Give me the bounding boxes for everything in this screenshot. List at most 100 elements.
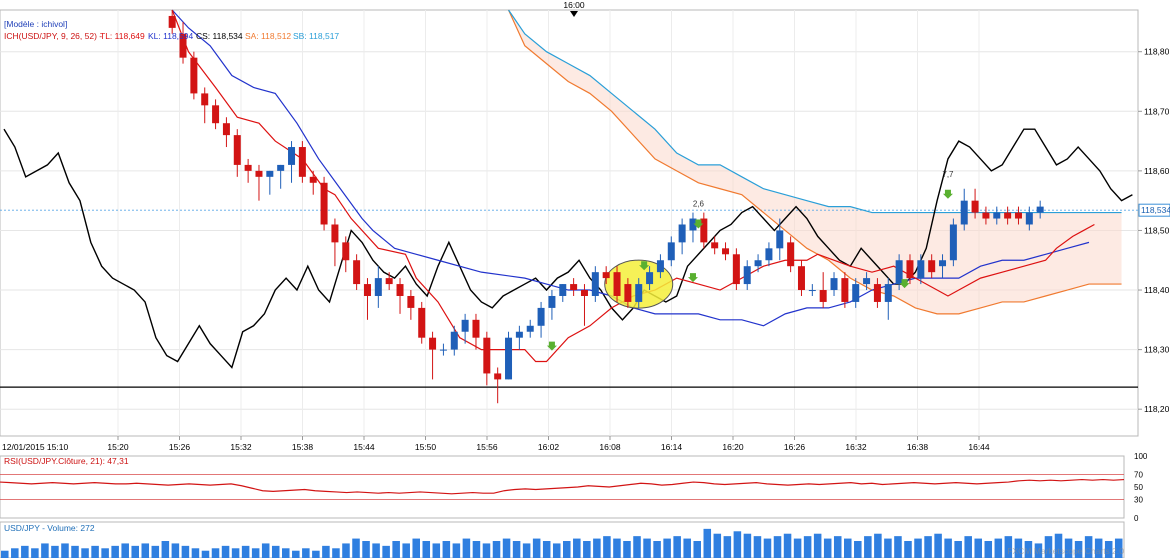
- candle-body: [201, 93, 209, 106]
- candle-body: [917, 260, 925, 279]
- volume-bar: [452, 543, 461, 558]
- candle-body: [743, 266, 751, 285]
- y-tick-label: 118,40: [1144, 285, 1170, 295]
- volume-bar: [171, 543, 180, 558]
- rsi-tick-label: 50: [1134, 483, 1143, 492]
- volume-bar: [593, 538, 601, 558]
- candle-body: [646, 272, 654, 285]
- volume-bar: [934, 533, 942, 558]
- y-tick-label: 118,80: [1144, 47, 1170, 57]
- volume-bar: [51, 545, 59, 558]
- candle-body: [1025, 212, 1033, 225]
- candle-body: [678, 224, 686, 243]
- x-tick-label: 16:38: [907, 442, 929, 452]
- volume-bar: [844, 538, 852, 558]
- candle-body: [884, 284, 892, 302]
- candle-body: [559, 284, 567, 296]
- volume-bar: [914, 538, 922, 558]
- volume-bar: [723, 536, 732, 558]
- volume-bar: [412, 538, 420, 558]
- x-tick-label: 15:50: [415, 442, 437, 452]
- volume-bar: [813, 533, 822, 558]
- candle-body: [1014, 212, 1022, 219]
- candle-body: [765, 248, 773, 261]
- volume-bar: [552, 543, 561, 558]
- volume-label: USD/JPY - Volume: 272: [4, 523, 95, 533]
- volume-bar: [392, 541, 400, 558]
- volume-bar: [71, 545, 79, 558]
- volume-bar: [492, 541, 501, 558]
- candle-body: [613, 272, 621, 296]
- candle-body: [776, 230, 784, 249]
- candle-body: [635, 284, 643, 302]
- candle-body: [244, 164, 252, 171]
- candle-body: [537, 307, 545, 326]
- volume-bar: [221, 545, 230, 558]
- candle-body: [960, 200, 968, 225]
- candle-body: [1004, 212, 1012, 219]
- volume-bar: [261, 543, 270, 558]
- candle-body: [819, 290, 827, 302]
- volume-bar: [583, 541, 591, 558]
- y-tick-label: 118,50: [1144, 225, 1170, 235]
- candle-body: [1036, 206, 1044, 213]
- volume-bar: [1, 550, 9, 558]
- volume-bar: [462, 538, 471, 558]
- volume-bar: [703, 528, 712, 558]
- volume-bar: [442, 541, 451, 558]
- rsi-tick-label: 70: [1134, 471, 1143, 480]
- volume-bar: [803, 536, 812, 558]
- y-tick-label: 118,30: [1144, 345, 1170, 355]
- volume-bar: [924, 536, 932, 558]
- volume-bar: [11, 548, 19, 558]
- volume-bar: [61, 543, 69, 558]
- volume-bar: [904, 541, 912, 558]
- volume-bar: [181, 545, 190, 558]
- volume-bar: [241, 545, 250, 558]
- candle-body: [993, 212, 1001, 219]
- volume-bar: [352, 538, 360, 558]
- candle-body: [418, 307, 426, 338]
- candle-body: [808, 290, 816, 292]
- rsi-label: RSI(USD/JPY.Clôture, 21): 47,31: [4, 456, 129, 466]
- x-tick-label: 16:20: [722, 442, 744, 452]
- volume-bar: [201, 550, 210, 558]
- volume-bar: [312, 550, 320, 558]
- candle-body: [602, 272, 610, 279]
- annotation-label: 7,7: [942, 170, 954, 179]
- volume-bar: [121, 543, 129, 558]
- volume-bar: [964, 536, 972, 558]
- volume-bar: [994, 538, 1003, 558]
- candle-body: [830, 278, 838, 291]
- volume-bar: [633, 536, 641, 558]
- volume-bar: [302, 548, 310, 558]
- candle-body: [266, 170, 274, 177]
- last-price-text: 118,534: [1141, 205, 1170, 215]
- volume-bar: [613, 538, 621, 558]
- volume-bar: [763, 538, 772, 558]
- y-tick-label: 118,20: [1144, 404, 1170, 414]
- volume-bar: [783, 533, 792, 558]
- volume-bar: [884, 538, 892, 558]
- candle-body: [212, 105, 220, 124]
- volume-panel: USD/JPY - Volume: 272 FXCM Marketscope C…: [0, 521, 1125, 558]
- candle-body: [591, 272, 599, 296]
- volume-bar: [432, 543, 441, 558]
- candle-body: [407, 295, 415, 308]
- candle-body: [353, 260, 361, 285]
- candle-body: [461, 319, 469, 332]
- volume-bar: [41, 543, 49, 558]
- time-marker-label: 16:00: [563, 0, 585, 10]
- candle-body: [667, 242, 675, 261]
- candle-body: [754, 260, 762, 267]
- candle-body: [168, 15, 176, 28]
- volume-bar: [372, 543, 380, 558]
- volume-bar: [532, 538, 541, 558]
- volume-bar: [733, 531, 742, 558]
- volume-bar: [693, 541, 701, 558]
- volume-bar: [653, 541, 661, 558]
- volume-bar: [211, 548, 220, 558]
- candle-body: [396, 284, 404, 296]
- sa-label: SA: 118,512: [245, 31, 291, 41]
- candle-body: [505, 337, 513, 380]
